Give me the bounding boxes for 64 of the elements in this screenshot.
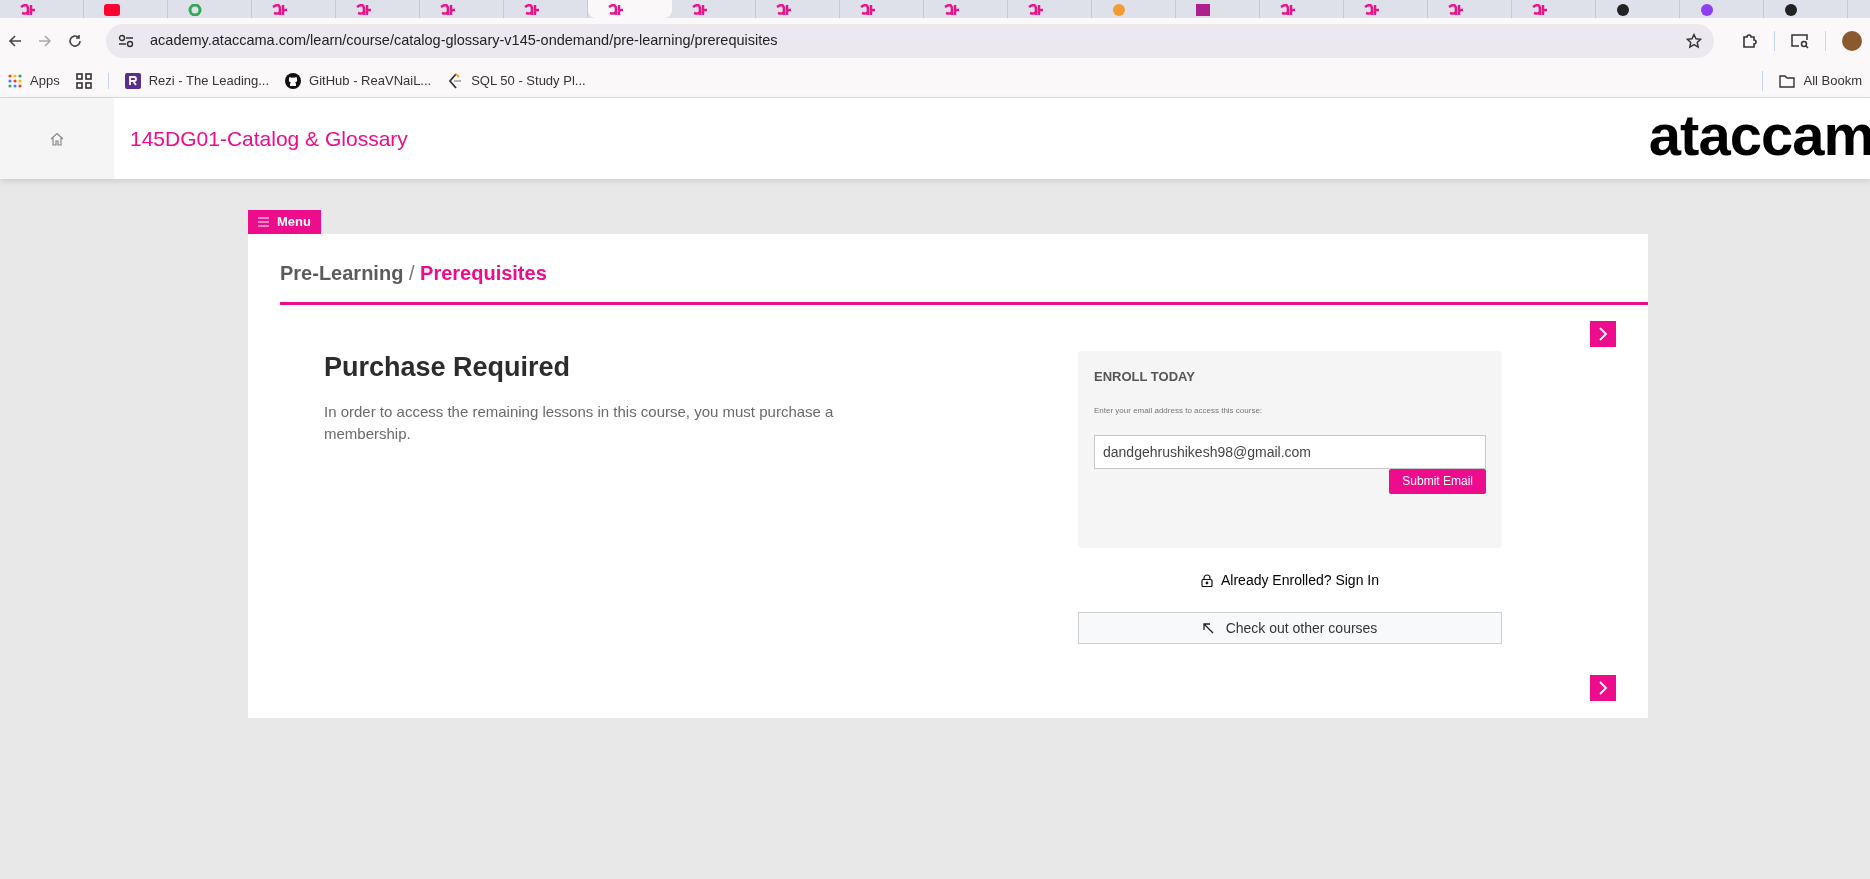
submit-email-button[interactable]: Submit Email (1389, 468, 1486, 494)
tab-favicon-icon (1532, 4, 1548, 16)
brand-logo: ataccam (1648, 101, 1870, 169)
sign-in-link[interactable]: Already Enrolled? Sign In (1078, 568, 1502, 592)
bookmark[interactable]: SQL 50 - Study Pl... (447, 70, 586, 91)
enroll-hint: Enter your email address to access this course: (1094, 404, 1264, 417)
back-arrow-icon[interactable] (8, 34, 22, 48)
puzzle-icon[interactable] (1742, 33, 1758, 49)
forward-arrow-icon[interactable] (38, 34, 52, 48)
bookmark[interactable]: Apps (8, 70, 60, 91)
tab-favicon-icon (1616, 4, 1630, 16)
email-field[interactable]: dandgehrushikesh98@gmail.com (1094, 434, 1486, 469)
tab-favicon-icon (776, 4, 792, 16)
course-title: 145DG01-Catalog & Glossary (130, 125, 408, 152)
bookmark[interactable]: GitHub - ReaVNaiL... (285, 70, 432, 91)
tab-favicon-icon (944, 4, 960, 16)
tab-favicon-icon (104, 4, 120, 16)
code-bracket-icon (447, 72, 464, 89)
address-bar[interactable]: academy.ataccama.com/learn/course/catalog-glossary-v145-ondemand/pre-learning/prerequisites (106, 24, 1714, 58)
github-cat-icon (285, 72, 302, 89)
tab-favicon-icon (188, 4, 202, 16)
chevron-right-icon (1597, 681, 1609, 695)
tab-favicon-icon (1364, 4, 1380, 16)
tab-favicon-icon (524, 4, 540, 16)
bookmark[interactable] (75, 72, 92, 89)
all-bookmarks[interactable]: All Bookm (1779, 70, 1862, 91)
tab-favicon-icon (1028, 4, 1044, 16)
enroll-title: ENROLL TODAY (1094, 368, 1196, 386)
breadcrumb: Pre-Learning / Prerequisites (280, 261, 548, 286)
lesson-text: In order to access the remaining lessons in this course, you must purchase a membership. (324, 402, 835, 444)
star-icon[interactable] (1686, 33, 1702, 49)
tab-favicon-icon (860, 4, 876, 16)
arrow-up-left-icon (1202, 622, 1214, 634)
menu-icon (258, 217, 269, 227)
letter-r-icon (124, 72, 141, 89)
home-icon[interactable] (50, 131, 64, 146)
tab-favicon-icon (1784, 4, 1798, 16)
url-text: academy.ataccama.com/learn/course/catalog-glossary-v145-ondemand/pre-learning/prerequisites (150, 31, 778, 51)
reload-icon[interactable] (68, 34, 82, 48)
lesson-heading: Purchase Required (324, 351, 572, 383)
apps-grid-icon (8, 73, 22, 88)
tab-favicon-icon (1196, 4, 1210, 16)
folder-icon (1779, 73, 1796, 88)
tab-favicon-icon (608, 4, 624, 16)
tab-favicon-icon (1700, 4, 1714, 16)
next-button[interactable] (1590, 675, 1616, 701)
tab-favicon-icon (1112, 4, 1126, 16)
tab-search-icon[interactable] (1791, 33, 1809, 49)
site-settings-icon[interactable] (118, 34, 134, 48)
tab-favicon-icon (1448, 4, 1464, 16)
chevron-right-icon (1597, 327, 1609, 341)
tab-favicon-icon (356, 4, 372, 16)
bookmark[interactable]: Rezi - The Leading... (124, 70, 270, 91)
tab-favicon-icon (1280, 4, 1296, 16)
lock-icon (1201, 573, 1213, 587)
tab-favicon-icon (272, 4, 288, 16)
tab-favicon-icon (440, 4, 456, 16)
tab-favicon-icon (20, 4, 36, 16)
profile-avatar[interactable] (1842, 31, 1862, 51)
menu-button[interactable]: Menu (248, 210, 321, 234)
grid-icon (75, 72, 92, 89)
next-button[interactable] (1590, 321, 1616, 347)
other-courses-button[interactable]: Check out other courses (1078, 612, 1502, 644)
tab-favicon-icon (692, 4, 708, 16)
